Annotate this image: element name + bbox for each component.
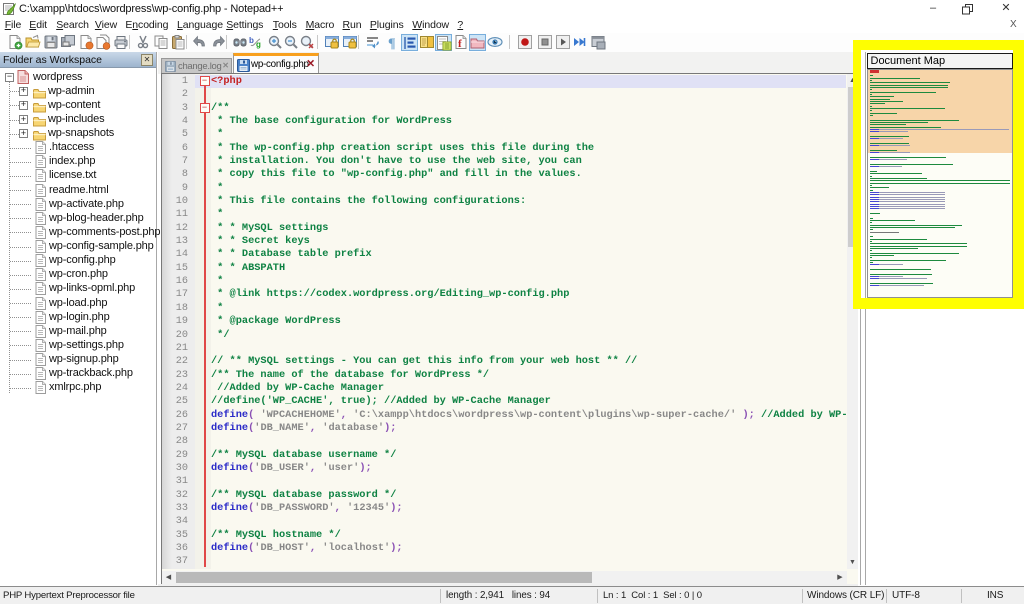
svg-text:b: b bbox=[249, 36, 254, 45]
svg-text:f: f bbox=[458, 38, 462, 50]
svg-text:¶: ¶ bbox=[388, 37, 396, 51]
